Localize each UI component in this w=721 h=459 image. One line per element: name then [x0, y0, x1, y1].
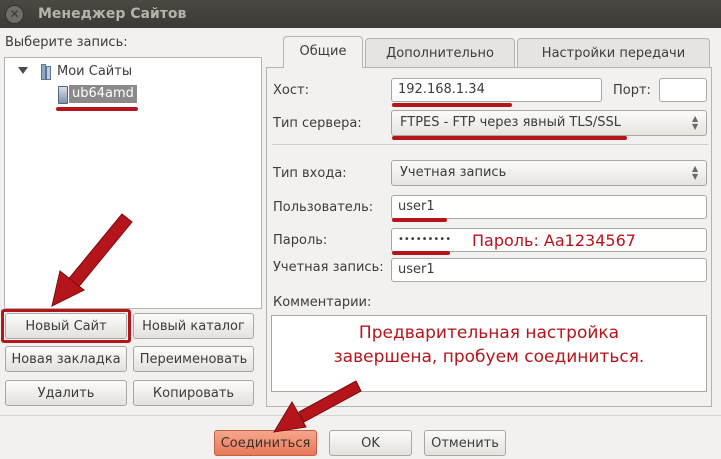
connect-button[interactable]: Соединиться — [214, 430, 317, 456]
logon-type-select[interactable]: Учетная запись ▲ ▼ — [391, 160, 707, 186]
tree-root-item[interactable]: Мои Сайты — [57, 64, 132, 79]
account-input[interactable]: user1 — [391, 258, 707, 282]
rename-button[interactable]: Переименовать — [133, 346, 254, 372]
server-type-label: Тип сервера: — [273, 116, 362, 131]
comment-annotation: Предварительная настройка завершена, про… — [271, 321, 707, 369]
window-title: Менеджер Сайтов — [38, 6, 187, 22]
site-underline — [56, 107, 138, 111]
close-window-button[interactable]: ✕ — [5, 5, 24, 24]
cancel-button[interactable]: Отменить — [424, 430, 506, 456]
delete-button[interactable]: Удалить — [5, 380, 127, 406]
comments-label: Комментарии: — [273, 295, 372, 310]
user-label: Пользователь: — [273, 200, 374, 215]
expand-arrow-icon[interactable] — [18, 67, 28, 74]
password-underline — [392, 251, 450, 255]
tree-site-item[interactable]: ub64amd — [69, 85, 137, 103]
new-site-button[interactable]: Новый Сайт — [5, 313, 127, 339]
user-input[interactable]: user1 — [391, 195, 707, 219]
tab-advanced[interactable]: Дополнительно — [365, 38, 515, 68]
host-label: Хост: — [273, 83, 309, 98]
account-label: Учетная запись: — [273, 260, 384, 275]
server-type-underline — [392, 136, 627, 140]
form-separator — [272, 144, 708, 145]
tab-transfer-settings[interactable]: Настройки передачи — [517, 38, 710, 68]
tab-general[interactable]: Общие — [283, 36, 363, 68]
host-underline — [392, 103, 512, 107]
new-bookmark-button[interactable]: Новая закладка — [5, 346, 127, 372]
server-type-value: FTPES - FTP через явный TLS/SSL — [400, 115, 621, 130]
title-bar: ✕ Менеджер Сайтов — [0, 0, 721, 28]
site-tree[interactable]: Мои Сайты ub64amd — [4, 57, 262, 309]
logon-type-label: Тип входа: — [273, 166, 347, 181]
select-entry-label: Выберите запись: — [5, 35, 128, 50]
port-label: Порт: — [613, 83, 651, 98]
server-type-select[interactable]: FTPES - FTP через явный TLS/SSL ▲ ▼ — [391, 110, 707, 136]
logon-type-value: Учетная запись — [400, 165, 507, 180]
comment-line-1: Предварительная настройка — [358, 323, 620, 343]
select-spinner-icon: ▲ ▼ — [692, 114, 699, 131]
new-folder-button[interactable]: Новый каталог — [133, 313, 254, 339]
select-spinner-icon: ▲ ▼ — [692, 164, 699, 181]
password-hint-annotation: Пароль: Aa1234567 — [472, 231, 636, 250]
comment-line-2: завершена, пробуем соединиться. — [333, 347, 645, 367]
host-input[interactable]: 192.168.1.34 — [391, 78, 602, 102]
port-input[interactable] — [659, 78, 707, 102]
copy-button[interactable]: Копировать — [133, 380, 254, 406]
sites-folder-icon — [39, 64, 51, 80]
ok-button[interactable]: OK — [329, 430, 412, 456]
server-icon — [58, 86, 68, 104]
bottom-separator — [0, 415, 721, 416]
user-underline — [392, 218, 447, 222]
password-label: Пароль: — [273, 233, 328, 248]
